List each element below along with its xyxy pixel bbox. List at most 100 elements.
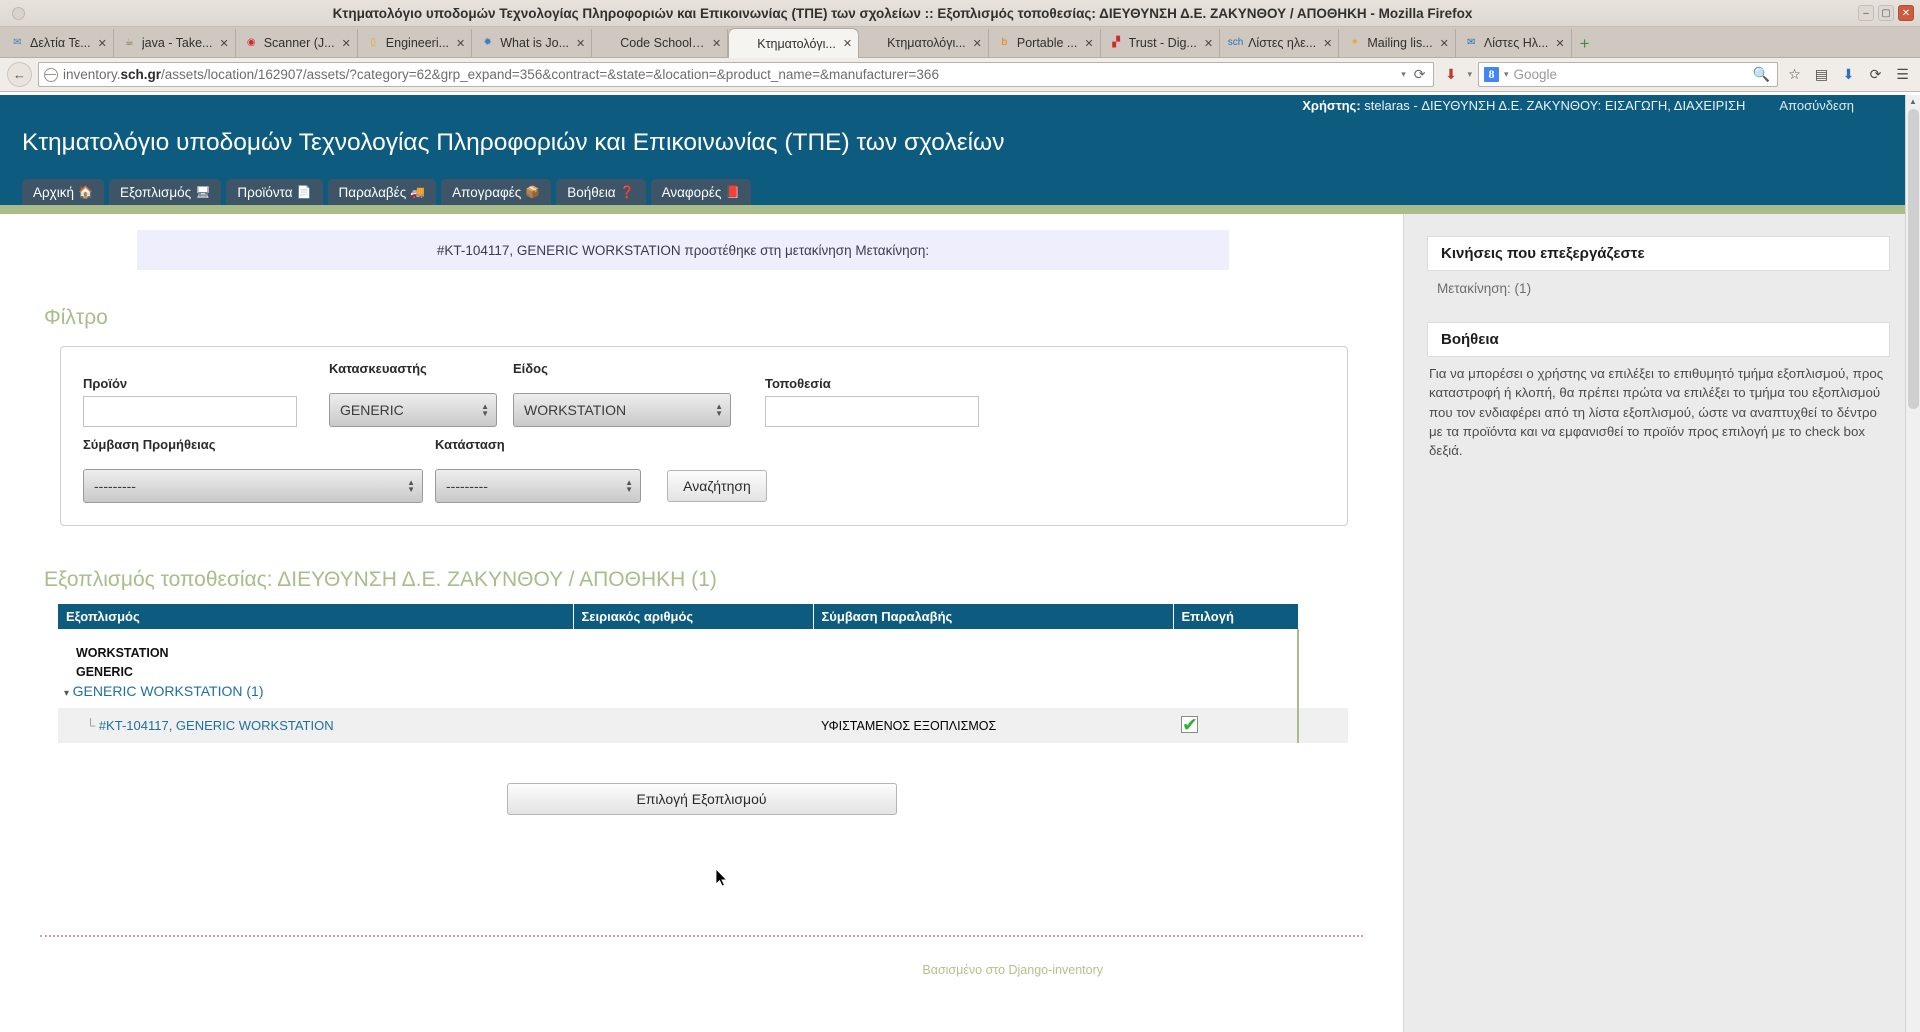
back-arrow-icon[interactable]: ← xyxy=(7,62,32,87)
group-product-link[interactable]: GENERIC WORKSTATION (1) xyxy=(73,683,264,699)
browser-tab-label: Δελτία Τε... xyxy=(30,36,91,50)
browser-tab-label: Portable ... xyxy=(1016,36,1078,50)
location-input[interactable] xyxy=(765,396,979,427)
column-equipment[interactable]: Εξοπλισμός xyxy=(58,604,574,629)
minimize-button[interactable]: – xyxy=(1858,5,1874,21)
spacer-13 xyxy=(1297,708,1348,743)
group-product-row: ▾ GENERIC WORKSTATION (1) xyxy=(58,679,1348,708)
close-tab-icon[interactable]: ✕ xyxy=(1321,37,1332,50)
browser-tab-8[interactable]: b Portable ... ✕ xyxy=(989,29,1101,57)
browser-tab-label: Λίστες ηλε... xyxy=(1248,36,1317,50)
moves-card-item[interactable]: Μετακίνηση: (1) xyxy=(1427,271,1890,296)
nav-tab-3[interactable]: Παραλαβές 🚚 xyxy=(327,179,437,205)
close-tab-icon[interactable]: ✕ xyxy=(841,37,852,50)
scroll-up-arrow-icon[interactable]: ▲ xyxy=(1906,95,1920,109)
browser-tab-4[interactable]: ✹ What is Jo... ✕ xyxy=(472,29,593,57)
search-bar[interactable]: 8 ▾ Google 🔍 xyxy=(1478,62,1778,87)
browser-tab-10[interactable]: sch Λίστες ηλε... ✕ xyxy=(1220,29,1340,57)
close-tab-icon[interactable]: ✕ xyxy=(1438,37,1449,50)
close-tab-icon[interactable]: ✕ xyxy=(96,37,107,50)
record-icon: ◉ xyxy=(246,37,256,48)
browser-tab-6[interactable]: Κτηματολόγι... ✕ xyxy=(728,28,860,58)
select-equipment-button[interactable]: Επιλογή Εξοπλισμού xyxy=(506,783,897,815)
url-text: inventory.sch.gr/assets/location/162907/… xyxy=(63,67,939,82)
page-scrollbar[interactable]: ▲ xyxy=(1905,95,1920,1032)
nav-tab-2[interactable]: Προϊόντα 📄 xyxy=(226,179,323,205)
nav-tab-4[interactable]: Απογραφές 📦 xyxy=(441,179,552,205)
row-contract-cell: ΥΦΙΣΤΑΜΕΝΟΣ ΕΞΟΠΛΙΣΜΟΣ xyxy=(821,718,997,733)
reload-icon[interactable]: ⟳ xyxy=(1411,66,1429,83)
logout-link[interactable]: Αποσύνδεση xyxy=(1779,98,1854,113)
browser-tab-label: Λίστες Ηλ... xyxy=(1483,36,1549,50)
browser-tab-0[interactable]: ✉ Δελτία Τε... ✕ xyxy=(2,29,114,57)
close-button[interactable]: ✕ xyxy=(1898,5,1914,21)
row-equipment-cell[interactable]: └ #KT-104117, GENERIC WORKSTATION xyxy=(58,708,573,743)
close-tab-icon[interactable]: ✕ xyxy=(971,37,982,50)
browser-tab-7[interactable]: Κτηματολόγι... ✕ xyxy=(859,29,989,57)
kind-select[interactable]: WORKSTATION ▲ ▼ xyxy=(513,393,731,427)
url-bar[interactable]: inventory.sch.gr/assets/location/162907/… xyxy=(38,62,1435,87)
downloads-icon[interactable]: ⬇ xyxy=(1838,66,1859,83)
nav-tab-1[interactable]: Εξοπλισμός 🖥 xyxy=(108,179,222,205)
contract-select[interactable]: --------- ▲ ▼ xyxy=(83,469,423,503)
close-tab-icon[interactable]: ✕ xyxy=(1553,37,1564,50)
browser-tab-3[interactable]: ▯ Engineeri... ✕ xyxy=(358,29,473,57)
selection-checkbox[interactable] xyxy=(1181,714,1198,737)
browser-tab-11[interactable]: ✶ Mailing lis... ✕ xyxy=(1339,29,1456,57)
spacer-10 xyxy=(813,679,1173,708)
table-row[interactable]: └ #KT-104117, GENERIC WORKSTATION ΥΦΙΣΤΑ… xyxy=(58,708,1348,743)
navigation-toolbar: ← inventory.sch.gr/assets/location/16290… xyxy=(0,58,1920,92)
browser-tab-12[interactable]: ✉ Λίστες Ηλ... ✕ xyxy=(1456,29,1572,57)
group-kind-label: WORKSTATION xyxy=(76,646,169,660)
chevron-down-icon-tree[interactable]: ▾ xyxy=(64,688,69,699)
close-tab-icon[interactable]: ✕ xyxy=(574,37,585,50)
group-product-cell[interactable]: ▾ GENERIC WORKSTATION (1) xyxy=(58,679,573,708)
browser-tab-5[interactable]: Code School -... ✕ xyxy=(592,29,729,57)
user-value: stelaras - ΔΙΕΥΘΥΝΣΗ Δ.Ε. ΖΑΚΥΝΘΟΥ: ΕΙΣΑ… xyxy=(1360,97,1746,113)
column-serial[interactable]: Σειριακός αριθμός xyxy=(573,604,814,629)
nav-tab-label: Βοήθεια xyxy=(567,184,616,200)
nav-tab-label: Παραλαβές xyxy=(338,184,407,200)
search-input[interactable]: Google xyxy=(1514,67,1746,82)
chevron-down-icon-3[interactable]: ▾ xyxy=(1504,69,1509,80)
column-selection[interactable]: Επιλογή xyxy=(1173,604,1299,629)
search-button[interactable]: Αναζήτηση xyxy=(667,470,767,502)
product-field: Προϊόν xyxy=(83,376,329,427)
column-contract[interactable]: Σύμβαση Παραλαβής xyxy=(813,604,1174,629)
browser-tab-2[interactable]: ◉ Scanner (J... ✕ xyxy=(236,29,358,57)
browser-tab-9[interactable]: ▞ Trust - Dig... ✕ xyxy=(1101,29,1221,57)
download-arrow-icon[interactable]: ⬇ xyxy=(1440,66,1461,83)
nav-tab-6[interactable]: Αναφορές 📕 xyxy=(650,179,752,205)
spacer-4 xyxy=(1297,629,1348,660)
close-tab-icon[interactable]: ✕ xyxy=(217,37,228,50)
bookmark-star-icon[interactable]: ☆ xyxy=(1784,66,1805,83)
new-tab-button[interactable]: + xyxy=(1572,31,1598,57)
nav-tab-5[interactable]: Βοήθεια ❓ xyxy=(556,179,646,205)
maximize-button[interactable]: ▢ xyxy=(1878,5,1894,21)
row-equipment-link[interactable]: #KT-104117, GENERIC WORKSTATION xyxy=(99,718,334,733)
user-bar: Χρήστης: stelaras - ΔΙΕΥΘΥΝΣΗ Δ.Ε. ΖΑΚΥΝ… xyxy=(0,95,1920,115)
product-input[interactable] xyxy=(83,396,297,427)
kind-field: Είδος WORKSTATION ▲ ▼ xyxy=(513,361,765,427)
row-serial-cell xyxy=(573,708,813,743)
spacer-6 xyxy=(813,660,1173,679)
nav-tab-0[interactable]: Αρχική 🏠 xyxy=(22,179,104,205)
sync-icon[interactable]: ⟳ xyxy=(1865,66,1886,83)
column-blank xyxy=(1298,604,1348,629)
spacer-12 xyxy=(1297,679,1348,708)
row-selection-cell[interactable] xyxy=(1173,708,1298,743)
reader-icon[interactable]: ▤ xyxy=(1811,66,1832,83)
close-tab-icon[interactable]: ✕ xyxy=(454,37,465,50)
close-tab-icon[interactable]: ✕ xyxy=(340,37,351,50)
state-select[interactable]: --------- ▲ ▼ xyxy=(435,469,641,503)
chevron-down-icon[interactable]: ▾ xyxy=(1401,69,1406,80)
close-tab-icon[interactable]: ✕ xyxy=(1202,37,1213,50)
close-tab-icon[interactable]: ✕ xyxy=(1082,37,1093,50)
menu-icon[interactable]: ☰ xyxy=(1892,66,1913,83)
browser-tab-1[interactable]: ☕ java - Take... ✕ xyxy=(114,29,236,57)
search-icon[interactable]: 🔍 xyxy=(1751,66,1772,83)
scrollbar-thumb[interactable] xyxy=(1908,109,1919,409)
close-tab-icon[interactable]: ✕ xyxy=(710,37,721,50)
manufacturer-select[interactable]: GENERIC ▲ ▼ xyxy=(329,393,497,427)
chevron-down-icon-2[interactable]: ▾ xyxy=(1467,69,1472,80)
